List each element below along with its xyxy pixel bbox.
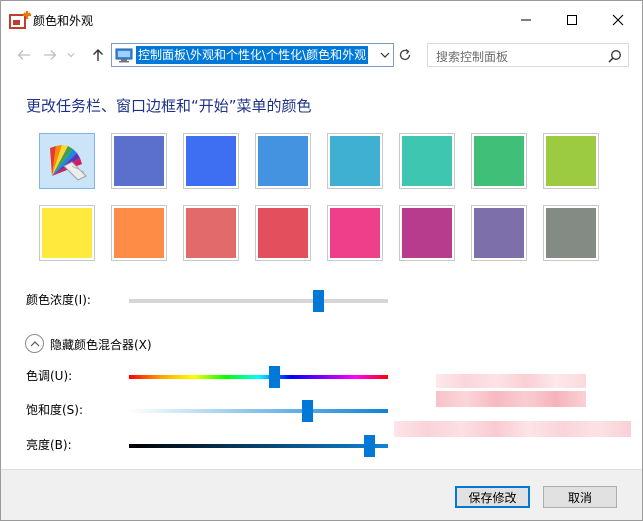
maximize-icon — [567, 15, 577, 25]
color-swatch[interactable] — [255, 205, 311, 261]
navigation-bar: 控制面板\外观和个性化\个性化\颜色和外观 搜索控制面板 — [1, 39, 642, 71]
color-swatch[interactable] — [183, 205, 239, 261]
minimize-button[interactable] — [503, 1, 549, 39]
color-swatch-fill — [186, 208, 236, 258]
color-swatch-fill — [114, 208, 164, 258]
chevron-down-icon — [380, 52, 390, 58]
custom-color-swatch[interactable] — [39, 133, 95, 189]
color-swatch[interactable] — [327, 133, 383, 189]
back-button[interactable] — [15, 47, 33, 63]
intensity-label: 颜色浓度(I): — [26, 293, 91, 307]
color-swatch[interactable] — [327, 205, 383, 261]
brightness-slider-thumb[interactable] — [364, 435, 376, 457]
color-swatch[interactable] — [399, 205, 455, 261]
page-heading: 更改任务栏、窗口边框和“开始”菜单的颜色 — [26, 97, 312, 115]
color-swatch[interactable] — [39, 205, 95, 261]
chevron-up-icon — [30, 340, 39, 346]
brightness-slider-track[interactable] — [129, 444, 388, 448]
color-swatch-fill — [330, 136, 380, 186]
title-bar[interactable]: 颜色和外观 — [1, 1, 642, 39]
mixer-toggle-label[interactable]: 隐藏颜色混合器(X) — [50, 336, 152, 353]
color-swatch[interactable] — [255, 133, 311, 189]
color-swatch-fill — [42, 208, 92, 258]
up-button[interactable] — [89, 47, 107, 63]
search-icon[interactable] — [608, 49, 622, 63]
forward-button[interactable] — [41, 47, 59, 63]
window-title: 颜色和外观 — [33, 14, 94, 28]
intensity-slider-track[interactable] — [129, 299, 388, 303]
color-swatch[interactable] — [471, 205, 527, 261]
color-swatch[interactable] — [399, 133, 455, 189]
close-icon — [612, 14, 624, 26]
up-arrow-icon — [93, 49, 103, 61]
cancel-button[interactable]: 取消 — [543, 486, 617, 508]
maximize-button[interactable] — [549, 1, 595, 39]
footer-bar: 保存修改 取消 — [1, 469, 642, 520]
forward-arrow-icon — [44, 50, 57, 60]
color-swatch-fill — [474, 208, 524, 258]
saturation-label: 饱和度(S): — [26, 403, 84, 417]
color-swatch-fill — [546, 208, 596, 258]
intensity-slider-thumb[interactable] — [312, 290, 324, 312]
minimize-icon — [521, 19, 531, 21]
color-swatch[interactable] — [543, 133, 599, 189]
brightness-label: 亮度(B): — [26, 438, 72, 452]
color-swatch-fill — [114, 136, 164, 186]
color-swatch[interactable] — [543, 205, 599, 261]
close-button[interactable] — [595, 1, 641, 39]
personalization-icon — [9, 11, 31, 33]
save-button[interactable]: 保存修改 — [455, 486, 530, 508]
refresh-icon — [399, 48, 411, 61]
color-swatch-fill — [186, 136, 236, 186]
search-placeholder: 搜索控制面板 — [436, 50, 509, 64]
color-swatch-fill — [474, 136, 524, 186]
color-swatch[interactable] — [471, 133, 527, 189]
color-swatch[interactable] — [183, 133, 239, 189]
color-appearance-window: 颜色和外观 控制面板\外观和个性化\个性化\颜色和外观 搜索控制面板 更改任务栏… — [0, 0, 643, 521]
color-swatch-fill — [402, 208, 452, 258]
saturation-slider-track[interactable] — [129, 409, 388, 413]
color-swatch-fill — [258, 136, 308, 186]
color-swatch-fill — [546, 136, 596, 186]
address-bar[interactable]: 控制面板\外观和个性化\个性化\颜色和外观 — [111, 43, 394, 67]
recent-locations-button[interactable] — [65, 47, 77, 63]
search-box[interactable]: 搜索控制面板 — [427, 43, 629, 67]
hue-slider-thumb[interactable] — [268, 366, 280, 388]
color-swatch[interactable] — [111, 205, 167, 261]
saturation-slider-thumb[interactable] — [302, 400, 314, 422]
control-panel-icon — [115, 47, 133, 63]
color-swatch-fill — [402, 136, 452, 186]
hue-label: 色调(U): — [26, 369, 73, 383]
hue-slider-track[interactable] — [129, 375, 388, 379]
color-swatch[interactable] — [111, 133, 167, 189]
address-dropdown[interactable] — [377, 44, 393, 66]
refresh-button[interactable] — [397, 47, 413, 63]
color-swatch-fill — [258, 208, 308, 258]
address-path[interactable]: 控制面板\外观和个性化\个性化\颜色和外观 — [136, 46, 369, 64]
color-palette-icon — [42, 136, 92, 186]
back-arrow-icon — [17, 50, 30, 60]
collapse-mixer-button[interactable] — [25, 334, 44, 353]
color-swatch-fill — [330, 208, 380, 258]
chevron-down-icon — [67, 53, 75, 58]
